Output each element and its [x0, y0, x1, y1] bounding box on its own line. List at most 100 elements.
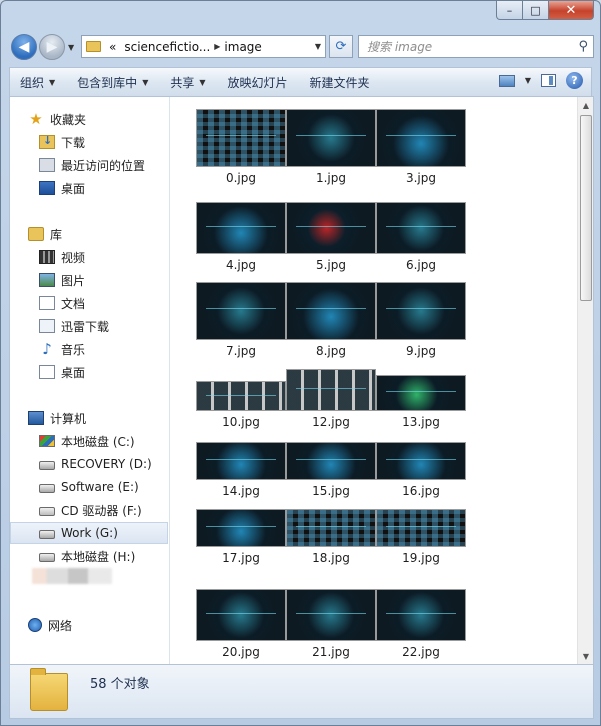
scroll-up-icon[interactable]: ▲ — [578, 97, 594, 113]
nav-libraries[interactable]: 库 — [28, 223, 62, 245]
include-in-library-label: 包含到库中 — [77, 75, 138, 90]
thumbnail-image — [196, 202, 286, 254]
nav-network[interactable]: 网络 — [28, 614, 72, 636]
nav-label: RECOVERY (D:) — [61, 457, 152, 471]
nav-videos[interactable]: 视频 — [39, 246, 85, 268]
vertical-scrollbar[interactable]: ▲ ▼ — [577, 97, 593, 664]
thumbnail-image — [376, 202, 466, 254]
scroll-down-icon[interactable]: ▼ — [578, 648, 594, 664]
nav-computer[interactable]: 计算机 — [28, 407, 86, 429]
maximize-icon: □ — [530, 3, 541, 17]
minimize-button[interactable]: – — [496, 1, 523, 20]
nav-drive-c[interactable]: 本地磁盘 (C:) — [39, 430, 135, 452]
file-item[interactable]: 5.jpg — [281, 202, 381, 272]
nav-drive-h[interactable]: 本地磁盘 (H:) — [39, 545, 135, 567]
change-view-icon[interactable] — [498, 74, 515, 87]
nav-pictures[interactable]: 图片 — [39, 269, 85, 291]
nav-label: 计算机 — [50, 411, 87, 426]
redacted-nav-item[interactable] — [32, 568, 112, 584]
file-item[interactable]: 1.jpg — [281, 109, 381, 185]
file-item[interactable]: 13.jpg — [371, 375, 471, 429]
breadcrumb-separator-icon[interactable]: ▶ — [214, 42, 220, 51]
new-folder-button[interactable]: 新建文件夹 — [310, 74, 370, 91]
nav-drive-d[interactable]: RECOVERY (D:) — [39, 453, 152, 475]
nav-documents[interactable]: 文档 — [39, 292, 85, 314]
details-pane: 58 个对象 — [9, 665, 594, 719]
maximize-button[interactable]: □ — [523, 1, 549, 20]
file-item[interactable]: 22.jpg — [371, 589, 471, 659]
nav-drive-e[interactable]: Software (E:) — [39, 476, 139, 498]
nav-thunder-downloads[interactable]: 迅雷下载 — [39, 315, 109, 337]
file-item[interactable]: 16.jpg — [371, 442, 471, 498]
refresh-button[interactable]: ⟳ — [329, 35, 353, 58]
help-icon[interactable]: ? — [566, 72, 583, 89]
address-row: ◀ ▶ ▼ « sciencefictio... ▶ image ▼ ⟳ 搜索 … — [9, 32, 594, 62]
network-icon — [28, 618, 42, 632]
file-item[interactable]: 0.jpg — [191, 109, 291, 185]
file-item[interactable]: 12.jpg — [281, 369, 381, 429]
search-input[interactable]: 搜索 image ⚲ — [358, 35, 594, 58]
nav-favorites[interactable]: ★ 收藏夹 — [28, 108, 86, 130]
file-name: 16.jpg — [402, 484, 440, 498]
search-icon[interactable]: ⚲ — [578, 39, 588, 54]
recent-pages-dropdown-icon[interactable]: ▼ — [68, 43, 74, 52]
file-item[interactable]: 15.jpg — [281, 442, 381, 498]
preview-pane-icon[interactable] — [541, 74, 556, 87]
thumbnail-image — [286, 109, 376, 167]
star-icon: ★ — [29, 110, 43, 128]
picture-icon — [39, 273, 55, 287]
thumbnail-image — [196, 282, 286, 340]
nav-downloads[interactable]: 下载 — [39, 131, 85, 153]
desktop-library-icon — [39, 365, 55, 379]
file-name: 9.jpg — [405, 344, 437, 358]
file-name: 22.jpg — [402, 645, 440, 659]
file-item[interactable]: 21.jpg — [281, 589, 381, 659]
file-item[interactable]: 19.jpg — [371, 509, 471, 565]
file-item[interactable]: 4.jpg — [191, 202, 291, 272]
file-item[interactable]: 18.jpg — [281, 509, 381, 565]
minimize-icon: – — [506, 3, 513, 17]
file-name: 4.jpg — [225, 258, 257, 272]
desktop-icon — [39, 181, 55, 195]
organize-label: 组织 — [20, 75, 45, 90]
nav-music[interactable]: ♪ 音乐 — [39, 338, 85, 360]
breadcrumb-item-image[interactable]: image — [224, 40, 261, 54]
file-item[interactable]: 20.jpg — [191, 589, 291, 659]
navigation-pane[interactable]: ★ 收藏夹 下载 最近访问的位置 桌面 库 视频 图片 文档 迅雷下载 ♪ 音乐 桌… — [10, 97, 170, 664]
address-dropdown-icon[interactable]: ▼ — [315, 42, 321, 51]
nav-label: 下载 — [61, 135, 86, 150]
view-dropdown-icon[interactable]: ▼ — [525, 76, 531, 85]
thumbnail-image — [376, 282, 466, 340]
breadcrumb-overflow[interactable]: « — [109, 40, 116, 54]
share-label: 共享 — [170, 75, 195, 90]
file-item[interactable]: 3.jpg — [371, 109, 471, 185]
nav-library-desktop[interactable]: 桌面 — [39, 361, 85, 383]
nav-desktop[interactable]: 桌面 — [39, 177, 85, 199]
file-item[interactable]: 6.jpg — [371, 202, 471, 272]
nav-drive-f[interactable]: CD 驱动器 (F:) — [39, 499, 142, 521]
close-button[interactable]: ✕ — [549, 1, 594, 20]
file-grid[interactable]: 0.jpg 1.jpg 3.jpg 4.jpg 5.jpg 6.jpg 7.jpg 8.jpg… — [171, 97, 578, 664]
scrollbar-thumb[interactable] — [580, 115, 592, 301]
include-in-library-button[interactable]: 包含到库中 ▼ — [77, 74, 148, 91]
thumbnail-image — [286, 509, 376, 547]
file-item[interactable]: 14.jpg — [191, 442, 291, 498]
nav-recent-places[interactable]: 最近访问的位置 — [39, 154, 145, 176]
address-bar[interactable]: « sciencefictio... ▶ image ▼ — [81, 35, 326, 58]
hard-drive-icon — [39, 461, 55, 470]
forward-button[interactable]: ▶ — [39, 34, 65, 60]
file-item[interactable]: 10.jpg — [191, 381, 291, 429]
file-item[interactable]: 17.jpg — [191, 509, 291, 565]
organize-button[interactable]: 组织 ▼ — [20, 74, 55, 91]
nav-label: Work (G:) — [61, 526, 118, 540]
share-button[interactable]: 共享 ▼ — [170, 74, 205, 91]
file-item[interactable]: 8.jpg — [281, 282, 381, 358]
file-item[interactable]: 7.jpg — [191, 282, 291, 358]
back-button[interactable]: ◀ — [11, 34, 37, 60]
file-item[interactable]: 9.jpg — [371, 282, 471, 358]
slideshow-button[interactable]: 放映幻灯片 — [228, 74, 288, 91]
file-name: 5.jpg — [315, 258, 347, 272]
nav-drive-g[interactable]: Work (G:) — [10, 522, 168, 544]
thumbnail-image — [196, 442, 286, 480]
breadcrumb-item-sciencefiction[interactable]: sciencefictio... — [124, 40, 210, 54]
